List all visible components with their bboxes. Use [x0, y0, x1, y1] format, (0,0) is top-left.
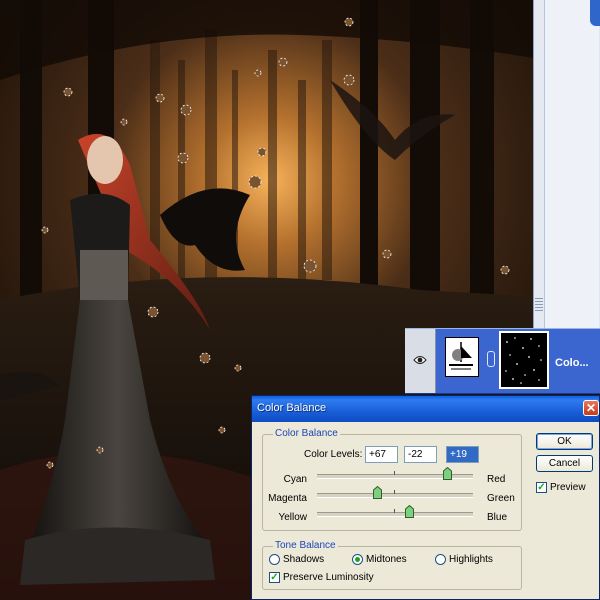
color-level-yellow-blue-input[interactable]: +19	[446, 446, 479, 463]
slider-label-cyan: Cyan	[283, 474, 307, 485]
slider-label-blue: Blue	[487, 512, 508, 523]
layer-mask-thumbnail[interactable]	[499, 331, 549, 389]
highlights-label: Highlights	[449, 554, 493, 565]
mask-speckles	[505, 337, 542, 384]
shadows-radio[interactable]	[269, 554, 280, 565]
cancel-button[interactable]: Cancel	[536, 455, 593, 472]
layers-scrollbar[interactable]	[534, 0, 545, 330]
layer-name: Colo...	[555, 357, 589, 369]
scale-icon	[449, 342, 473, 370]
slider-label-yellow: Yellow	[278, 512, 307, 523]
dialog-title: Color Balance	[257, 402, 327, 414]
slider-label-green: Green	[487, 493, 515, 504]
color-balance-dialog: Color Balance ✕ Color Balance Color Leve…	[251, 395, 600, 600]
highlights-radio[interactable]	[435, 554, 446, 565]
close-icon[interactable]: ✕	[583, 400, 599, 416]
scrollbar-grip[interactable]	[535, 298, 543, 312]
magenta-green-slider[interactable]	[317, 490, 473, 498]
slider-thumb[interactable]	[442, 467, 452, 480]
slider-thumb[interactable]	[373, 486, 383, 499]
preserve-luminosity-label: Preserve Luminosity	[283, 572, 374, 583]
slider-label-magenta: Magenta	[268, 493, 307, 504]
link-icon[interactable]	[487, 351, 495, 367]
layer-visibility-toggle[interactable]	[405, 329, 436, 393]
layers-panel	[533, 0, 600, 330]
yellow-blue-slider[interactable]	[317, 509, 473, 517]
midtones-label: Midtones	[366, 554, 407, 565]
shadows-label: Shadows	[283, 554, 325, 565]
color-balance-legend: Color Balance	[273, 428, 340, 439]
color-levels-label: Color Levels:	[304, 449, 363, 460]
color-balance-group: Color Balance Color Levels: +67 -22 +19 …	[262, 428, 522, 531]
preview-checkbox[interactable]: ✓	[536, 482, 547, 493]
dialog-titlebar[interactable]: Color Balance ✕	[252, 396, 599, 422]
color-level-magenta-green-input[interactable]: -22	[404, 446, 437, 463]
eye-icon	[413, 356, 427, 364]
color-balance-adjustment-icon[interactable]	[445, 337, 479, 377]
ok-button[interactable]: OK	[536, 433, 593, 450]
color-level-cyan-red-input[interactable]: +67	[365, 446, 398, 463]
tone-balance-group: Tone Balance Shadows Midtones Highlights…	[262, 540, 522, 590]
layer-row-color-balance[interactable]: Colo...	[405, 328, 600, 394]
midtones-radio[interactable]	[352, 554, 363, 565]
slider-thumb[interactable]	[405, 505, 415, 518]
tone-balance-legend: Tone Balance	[273, 540, 338, 551]
layers-panel-list	[538, 0, 599, 330]
preview-label: Preview	[550, 482, 586, 493]
slider-label-red: Red	[487, 474, 506, 485]
preserve-luminosity-checkbox[interactable]: ✓	[269, 572, 280, 583]
panel-title-tab[interactable]	[590, 0, 600, 26]
